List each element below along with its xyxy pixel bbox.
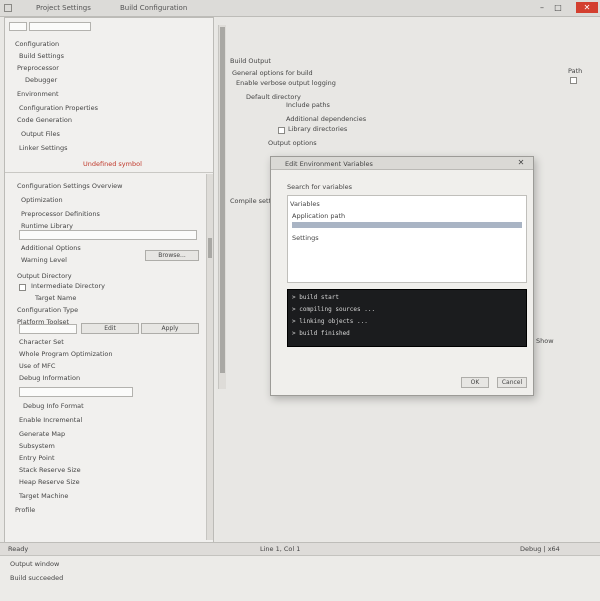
tree-item[interactable]: Configuration Properties [19,104,98,112]
warning-label: Undefined symbol [83,160,142,168]
chevron-down-icon[interactable] [570,77,577,84]
output-panel: Output window Build succeeded [0,555,600,601]
scrollbar-thumb[interactable] [208,238,212,258]
list-item[interactable]: Entry Point [19,454,55,462]
maximize-icon[interactable]: □ [552,2,564,13]
list-header: Variables [290,200,320,208]
list-item[interactable]: Whole Program Optimization [19,350,112,358]
close-icon[interactable]: ✕ [515,157,527,168]
main-line: General options for build [232,69,313,77]
scrollbar-thumb[interactable] [220,27,225,373]
list-field[interactable] [19,387,133,397]
cancel-button[interactable]: Cancel [497,377,527,388]
dialog-title-bar: Edit Environment Variables ✕ [271,157,533,170]
checkbox-icon[interactable] [278,127,285,134]
lower-item[interactable]: Intermediate Directory [31,282,105,290]
value-input[interactable] [19,324,77,334]
tree-item[interactable]: Debugger [25,76,57,84]
minimize-icon[interactable]: – [536,2,548,13]
list-item[interactable]: Stack Reserve Size [19,466,81,474]
list-item[interactable]: Enable Incremental [19,416,82,424]
selected-row-highlight[interactable] [292,222,522,228]
property-label: Additional Options [21,244,81,252]
variables-list[interactable]: Variables Application path Settings [287,195,527,283]
list-item[interactable]: Character Set [19,338,64,346]
main-line: Library directories [288,125,348,133]
status-middle: Line 1, Col 1 [260,545,301,553]
folder-icon [4,4,14,12]
list-item[interactable]: Settings [292,234,319,242]
list-item[interactable]: Target Machine [19,492,68,500]
list-item[interactable]: Application path [292,212,345,220]
dialog-subtitle: Search for variables [287,183,353,191]
tree-item[interactable]: Build Settings [19,52,64,60]
title-bar: Project Settings Build Configuration – □… [0,0,600,17]
tree-item[interactable]: Linker Settings [19,144,67,152]
apply-button[interactable]: Apply [141,323,199,334]
output-message: Build succeeded [10,574,64,582]
ok-button[interactable]: OK [461,377,489,388]
config-select[interactable] [29,22,91,31]
lower-item[interactable]: Configuration Type [17,306,78,314]
left-scrollbar[interactable] [206,174,213,540]
status-left: Ready [8,545,29,553]
list-item[interactable]: Subsystem [19,442,55,450]
browse-button[interactable]: Browse... [145,250,199,261]
tree-item[interactable]: Configuration [15,40,59,48]
list-item[interactable]: Use of MFC [19,362,55,370]
lower-item[interactable]: Target Name [35,294,76,302]
lower-item[interactable]: Output Directory [17,272,72,280]
property-label: Warning Level [21,256,67,264]
main-header: Build Output [230,57,271,65]
tree-item[interactable]: Output Files [21,130,60,138]
status-right: Debug | x64 [520,545,560,553]
main-line: Default directory [246,93,301,101]
nav-back-button[interactable] [9,22,27,31]
property-label: Preprocessor Definitions [21,210,100,218]
main-line: Enable verbose output logging [236,79,336,87]
edit-button[interactable]: Edit [81,323,139,334]
main-line: Include paths [286,101,330,109]
output-title: Output window [10,560,60,568]
dialog-title: Edit Environment Variables [285,160,373,168]
left-panel: Configuration Build Settings Preprocesso… [4,17,214,543]
property-input[interactable] [19,230,197,240]
console-line: > build finished [292,330,350,337]
list-item[interactable]: Debug Info Format [23,402,84,410]
console-output: > build start > compiling sources ... > … [287,289,527,347]
checkbox-icon[interactable] [19,284,26,291]
main-scrollbar[interactable] [218,25,226,389]
status-bar: Ready Line 1, Col 1 Debug | x64 [0,542,600,555]
tab-project-settings[interactable]: Project Settings [36,4,91,12]
property-label: Runtime Library [21,222,73,230]
divider [5,172,213,173]
close-icon[interactable]: ✕ [576,2,598,13]
console-line: > compiling sources ... [292,306,376,313]
document-path: Build Configuration [120,4,188,12]
environment-dialog: Edit Environment Variables ✕ Search for … [270,156,534,396]
list-item[interactable]: Heap Reserve Size [19,478,80,486]
main-line: Additional dependencies [286,115,367,123]
tree-item[interactable]: Preprocessor [17,64,59,72]
tree-item[interactable]: Code Generation [17,116,72,124]
list-item[interactable]: Debug Information [19,374,80,382]
side-label: Show [536,337,554,345]
tree-item[interactable]: Environment [17,90,59,98]
property-label: Optimization [21,196,63,204]
console-line: > build start [292,294,339,301]
list-item[interactable]: Profile [15,506,35,514]
list-item[interactable]: Generate Map [19,430,65,438]
main-line: Output options [268,139,317,147]
side-label: Path [568,67,583,75]
section-header: Configuration Settings Overview [17,182,123,190]
console-line: > linking objects ... [292,318,368,325]
